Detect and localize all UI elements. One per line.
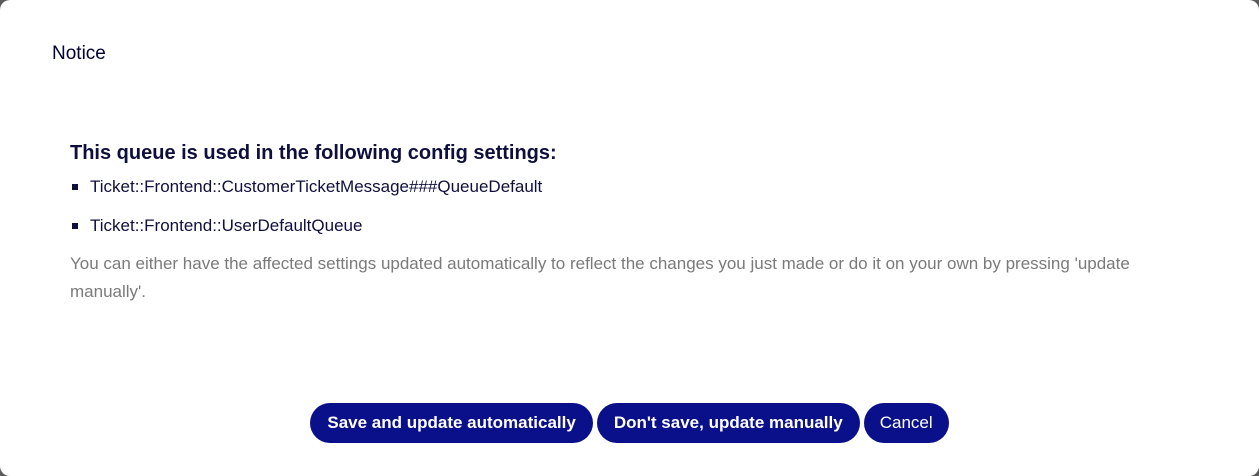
bullet-icon xyxy=(72,184,78,190)
notice-dialog: Notice This queue is used in the followi… xyxy=(0,0,1259,476)
cancel-button[interactable]: Cancel xyxy=(863,403,949,443)
list-item: Ticket::Frontend::UserDefaultQueue xyxy=(70,215,1190,237)
setting-name: Ticket::Frontend::UserDefaultQueue xyxy=(90,216,363,235)
list-item: Ticket::Frontend::CustomerTicketMessage#… xyxy=(70,176,1190,198)
save-and-update-automatically-button[interactable]: Save and update automatically xyxy=(310,403,593,443)
setting-name: Ticket::Frontend::CustomerTicketMessage#… xyxy=(90,177,543,196)
dialog-title: Notice xyxy=(52,43,106,64)
dialog-heading: This queue is used in the following conf… xyxy=(70,142,557,164)
dialog-buttons: Save and update automatically Don't save… xyxy=(0,403,1259,443)
dont-save-update-manually-button[interactable]: Don't save, update manually xyxy=(596,403,860,443)
config-settings-list: Ticket::Frontend::CustomerTicketMessage#… xyxy=(70,176,1190,237)
bullet-icon xyxy=(72,223,78,229)
dialog-description: You can either have the affected setting… xyxy=(70,254,1130,301)
dialog-content: This queue is used in the following conf… xyxy=(70,138,1190,306)
